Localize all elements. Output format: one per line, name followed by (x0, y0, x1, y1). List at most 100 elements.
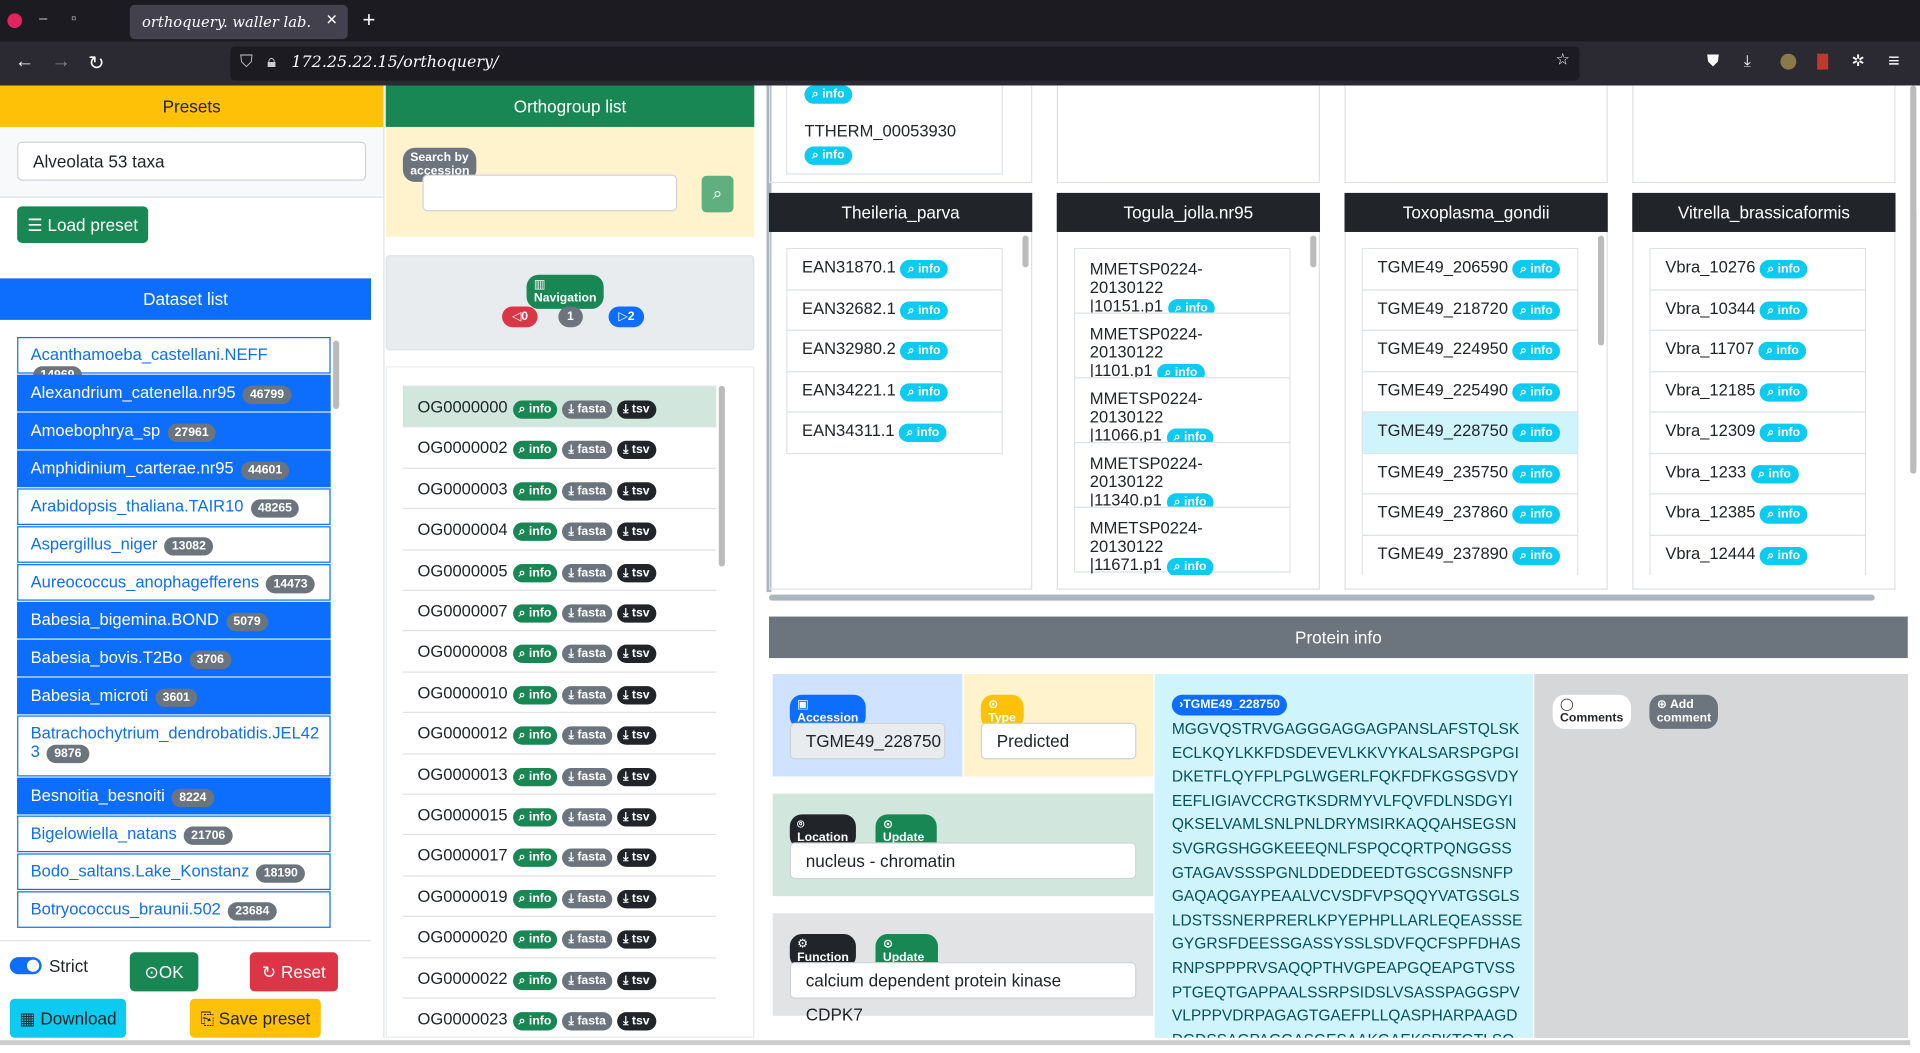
info-button[interactable]: ⌕ info (512, 1012, 558, 1031)
info-button[interactable]: ⌕ info (512, 808, 558, 827)
close-tab-icon[interactable]: ✕ (326, 11, 338, 28)
tsv-download-button[interactable]: ⤓ tsv (616, 1012, 656, 1031)
protein-item[interactable]: Vbra_1233 ⌕ info (1649, 452, 1867, 495)
info-button[interactable]: ⌕ info (1512, 505, 1561, 524)
orthogroup-row[interactable]: OG0000010 ⌕ info ⤓ fasta ⤓ tsv (402, 671, 717, 713)
info-button[interactable]: ⌕ info (1512, 260, 1561, 279)
protein-item[interactable]: MMETSP0224-20130122 |11340.p1 ⌕ info (1073, 441, 1291, 512)
info-button[interactable]: ⌕ info (512, 685, 558, 705)
fasta-download-button[interactable]: ⤓ fasta (562, 726, 613, 745)
tsv-download-button[interactable]: ⤓ tsv (616, 482, 656, 501)
protein-item[interactable]: TGME49_218720 ⌕ info (1361, 288, 1579, 331)
reload-icon[interactable]: ↻ (88, 51, 104, 75)
dataset-item[interactable]: Bodo_saltans.Lake_Konstanz 18190 (17, 853, 331, 891)
protein-item[interactable]: TGME49_235750 ⌕ info (1361, 452, 1579, 495)
protein-item[interactable]: Vbra_11707 ⌕ info (1649, 329, 1867, 372)
info-button[interactable]: ⌕ info (512, 645, 558, 664)
dataset-item[interactable]: Alexandrium_catenella.nr95 46799 (17, 374, 331, 412)
tsv-download-button[interactable]: ⤓ tsv (616, 563, 656, 582)
url-bar[interactable]: ⛉ 🔒︎ 172.25.22.15/orthoquery/ ☆ (230, 46, 1580, 81)
protein-item[interactable]: Vbra_12309 ⌕ info (1649, 411, 1867, 454)
dataset-item[interactable]: Besnoitia_besnoiti 8224 (17, 777, 331, 815)
protein-item[interactable]: TGME49_228750 ⌕ info (1361, 411, 1579, 454)
dataset-item[interactable]: Acanthamoeba_castellani.NEFF 14969 (17, 336, 331, 385)
tsv-download-button[interactable]: ⤓ tsv (616, 400, 656, 419)
page-scrollbar[interactable] (1910, 85, 1917, 474)
info-button[interactable]: ⌕ info (900, 260, 948, 279)
info-button[interactable]: ⌕ info (1760, 546, 1808, 565)
extension-icon[interactable] (1817, 53, 1829, 70)
orthogroup-row[interactable]: OG0000004 ⌕ info ⤓ fasta ⤓ tsv (402, 508, 717, 550)
protein-item[interactable]: ⌕ info TTHERM_00053930 ⌕ info (786, 85, 1003, 175)
info-button[interactable]: ⌕ info (512, 767, 558, 786)
pocket-icon[interactable]: ⛊ (1707, 51, 1719, 71)
info-button[interactable]: ⌕ info (1166, 557, 1214, 576)
info-button[interactable]: ⌕ info (512, 930, 558, 949)
type-value[interactable]: Predicted (980, 722, 1137, 760)
fasta-download-button[interactable]: ⤓ fasta (562, 971, 613, 990)
tsv-download-button[interactable]: ⤓ tsv (616, 767, 656, 786)
protein-item[interactable]: MMETSP0224-20130122 |10151.p1 ⌕ info (1073, 247, 1291, 318)
orthogroup-row[interactable]: OG0000002 ⌕ info ⤓ fasta ⤓ tsv (402, 426, 717, 469)
browser-tab[interactable]: orthoquery. waller lab. ✕ (129, 4, 348, 40)
protein-item[interactable]: EAN34311.1 ⌕ info (786, 411, 1003, 454)
function-value[interactable]: calcium dependent protein kinase CDPK7 (789, 962, 1137, 1024)
orthogroup-row[interactable]: OG0000008 ⌕ info ⤓ fasta ⤓ tsv (402, 630, 717, 672)
dataset-item[interactable]: Babesia_bigemina.BOND 5079 (17, 601, 331, 639)
maximize-icon[interactable]: ▫ (71, 10, 76, 27)
next-page-button[interactable]: ▷2 (608, 306, 645, 328)
dataset-item[interactable]: Babesia_bovis.T2Bo 3706 (17, 639, 331, 677)
tsv-download-button[interactable]: ⤓ tsv (616, 604, 656, 623)
dataset-item[interactable]: Aspergillus_niger 13082 (17, 526, 331, 563)
fasta-download-button[interactable]: ⤓ fasta (562, 400, 613, 419)
info-button[interactable]: ⌕ info (899, 423, 947, 442)
tsv-download-button[interactable]: ⤓ tsv (616, 645, 656, 664)
protein-item[interactable]: TGME49_206590 ⌕ info (1361, 247, 1579, 290)
protein-item[interactable]: TGME49_225490 ⌕ info (1361, 370, 1579, 413)
protein-item[interactable]: EAN31870.1 ⌕ info (786, 247, 1003, 290)
info-button[interactable]: ⌕ info (900, 300, 948, 320)
preset-select[interactable]: Alveolata 53 taxa (17, 141, 367, 181)
ok-button[interactable]: ⊙OK (129, 952, 199, 992)
tsv-download-button[interactable]: ⤓ tsv (616, 930, 656, 949)
fasta-download-button[interactable]: ⤓ fasta (562, 808, 613, 827)
add-comment-button[interactable]: ⊕ Add comment (1649, 694, 1719, 729)
fasta-download-button[interactable]: ⤓ fasta (562, 849, 613, 868)
orthogroup-row[interactable]: OG0000015 ⌕ info ⤓ fasta ⤓ tsv (402, 793, 717, 836)
protein-item[interactable]: Vbra_10276 ⌕ info (1649, 247, 1867, 290)
prev-page-button[interactable]: ◁0 (502, 306, 538, 328)
protein-item[interactable]: EAN32682.1 ⌕ info (786, 288, 1003, 331)
page-hscrollbar[interactable] (0, 1040, 1911, 1046)
dataset-item[interactable]: Batrachochytrium_dendrobatidis.JEL42 3 98… (17, 715, 331, 777)
tsv-download-button[interactable]: ⤓ tsv (616, 441, 656, 460)
settings-icon[interactable]: ✲ (1851, 51, 1864, 71)
back-icon[interactable]: ← (15, 51, 35, 73)
tsv-download-button[interactable]: ⤓ tsv (616, 971, 656, 990)
info-button[interactable]: ⌕ info (1760, 423, 1808, 442)
orthogroup-row[interactable]: OG0000012 ⌕ info ⤓ fasta ⤓ tsv (402, 712, 717, 754)
dataset-item[interactable]: Botryococcus_braunii.502 23684 (17, 891, 331, 928)
orthogroup-row[interactable]: OG0000013 ⌕ info ⤓ fasta ⤓ tsv (402, 752, 717, 795)
protein-item[interactable]: Vbra_12444 ⌕ info (1649, 534, 1867, 576)
fasta-download-button[interactable]: ⤓ fasta (562, 482, 613, 501)
info-button[interactable]: ⌕ info (1760, 505, 1808, 524)
bookmark-star-icon[interactable]: ☆ (1556, 51, 1570, 69)
protein-item[interactable]: Vbra_12385 ⌕ info (1649, 493, 1867, 536)
orthogroup-row[interactable]: OG0000022 ⌕ info ⤓ fasta ⤓ tsv (402, 956, 717, 999)
reset-button[interactable]: ↻ Reset (249, 952, 338, 992)
dataset-item[interactable]: Amphidinium_carterae.nr95 44601 (17, 450, 331, 488)
location-value[interactable]: nucleus - chromatin (789, 842, 1137, 880)
save-preset-button[interactable]: ⎘ Save preset (189, 998, 321, 1038)
protein-item[interactable]: MMETSP0224-20130122 |1101.p1 ⌕ info (1073, 312, 1291, 383)
info-button[interactable]: ⌕ info (1760, 382, 1808, 402)
info-button[interactable]: ⌕ info (1758, 341, 1807, 361)
new-tab-icon[interactable]: + (362, 7, 375, 33)
dataset-item[interactable]: Babesia_microti 3601 (17, 677, 331, 715)
load-preset-button[interactable]: ☰ Load preset (17, 206, 149, 243)
orthogroup-row[interactable]: OG0000000 ⌕ info ⤓ fasta ⤓ tsv (402, 385, 717, 428)
species-scrollbar[interactable] (1310, 235, 1317, 268)
info-button[interactable]: ⌕ info (512, 522, 558, 542)
info-button[interactable]: ⌕ info (512, 482, 558, 501)
search-button[interactable]: ⌕ (701, 175, 734, 213)
orthogroup-row[interactable]: OG0000017 ⌕ info ⤓ fasta ⤓ tsv (402, 834, 717, 876)
